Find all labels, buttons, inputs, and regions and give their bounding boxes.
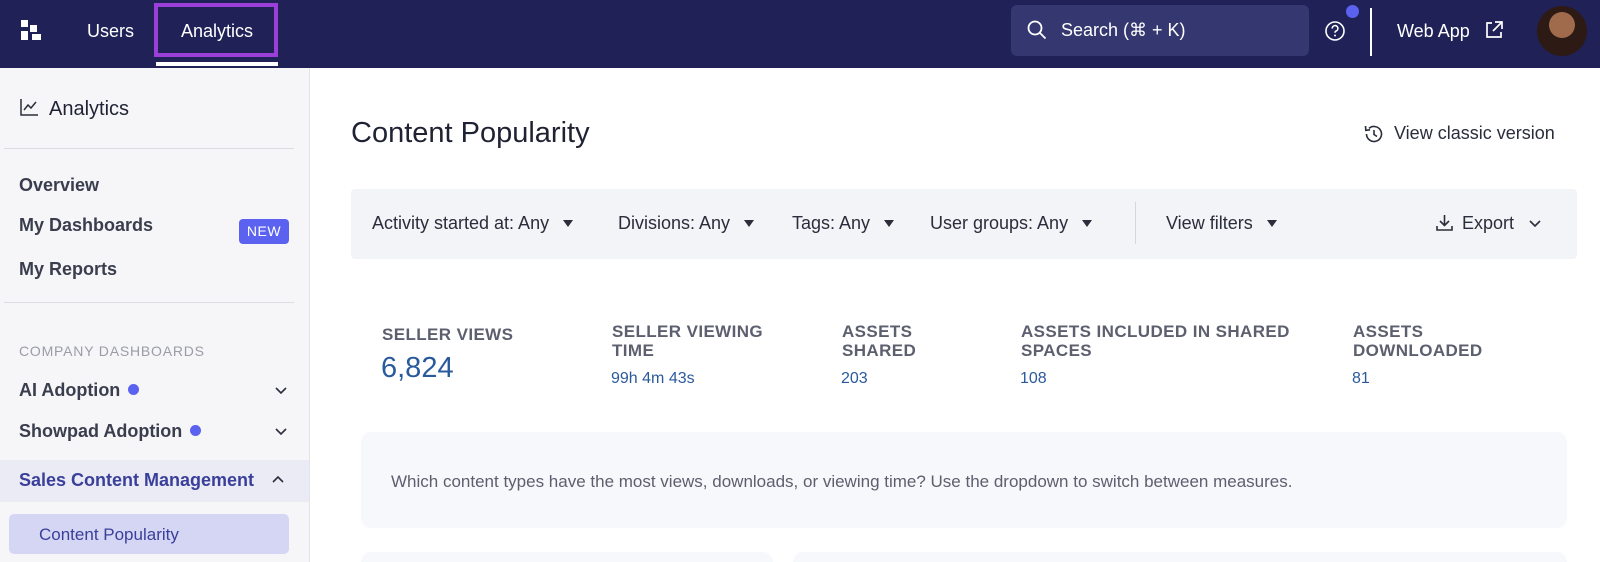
chart-card (361, 552, 773, 562)
sidebar-item-sales-content-management[interactable]: Sales Content Management (0, 460, 309, 502)
caret-down-icon (744, 220, 755, 227)
chevron-down-icon (1529, 220, 1541, 228)
logo-icon[interactable] (20, 19, 42, 41)
metric-label-assets-shared: ASSETS SHARED (842, 322, 917, 360)
search-icon (1027, 20, 1047, 40)
metric-value-assets-shared: 203 (841, 370, 868, 387)
sidebar-item-my-dashboards[interactable]: My Dashboards (19, 215, 153, 236)
sidebar-item-label: Sales Content Management (19, 470, 255, 490)
chart-card (793, 552, 1567, 562)
sidebar-item-label: AI Adoption (19, 380, 121, 400)
sidebar-item-showpad-adoption[interactable]: Showpad Adoption (19, 421, 289, 442)
nav-users[interactable]: Users (87, 0, 134, 68)
unread-dot (190, 425, 202, 436)
filter-divisions[interactable]: Divisions: Any (618, 213, 755, 234)
chevron-down-icon[interactable] (273, 423, 289, 439)
sidebar-subitem-content-popularity[interactable]: Content Popularity (9, 514, 289, 554)
sidebar-item-ai-adoption[interactable]: AI Adoption (19, 380, 289, 401)
filter-tags[interactable]: Tags: Any (792, 213, 895, 234)
metric-value-seller-viewing-time: 99h 4m 43s (611, 370, 695, 387)
view-filters-label: View filters (1166, 213, 1253, 233)
nav-highlight-box (154, 3, 278, 57)
metric-value-seller-views: 6,824 (381, 352, 454, 384)
line-chart-icon (19, 97, 39, 122)
export-label: Export (1462, 213, 1515, 233)
topbar-divider (1370, 8, 1372, 56)
caret-down-icon (1266, 220, 1277, 227)
search-box[interactable] (1011, 5, 1309, 56)
sidebar-item-label: Showpad Adoption (19, 421, 183, 441)
filter-divider (1135, 202, 1136, 244)
sidebar: Analytics Overview My Dashboards NEW My … (0, 68, 310, 562)
top-navigation-bar: Users Analytics Web App (0, 0, 1600, 68)
metric-label-seller-viewing-time: SELLER VIEWING TIME (612, 322, 764, 360)
nav-analytics[interactable]: Analytics (154, 0, 278, 68)
metric-label-seller-views: SELLER VIEWS (382, 325, 514, 344)
download-icon (1436, 215, 1453, 231)
sidebar-divider (4, 148, 294, 149)
question-card: Which content types have the most views,… (361, 432, 1567, 528)
caret-down-icon (1082, 220, 1093, 227)
metric-value-assets-in-shared-spaces: 108 (1020, 370, 1047, 387)
caret-down-icon (884, 220, 895, 227)
new-badge: NEW (239, 219, 289, 244)
metric-label-assets-downloaded: ASSETS DOWNLOADED (1353, 322, 1483, 360)
filter-activity-started[interactable]: Activity started at: Any (372, 213, 574, 234)
view-classic-version-link[interactable]: View classic version (1394, 123, 1555, 144)
caret-down-icon (563, 220, 574, 227)
metric-label-assets-in-shared-spaces: ASSETS INCLUDED IN SHARED SPACES (1021, 322, 1290, 360)
sidebar-divider (4, 302, 294, 303)
sidebar-item-my-reports[interactable]: My Reports (19, 259, 117, 280)
unread-dot (128, 384, 140, 395)
export-button[interactable]: Export (1435, 213, 1542, 234)
chevron-down-icon[interactable] (273, 382, 289, 398)
view-filters-button[interactable]: View filters (1166, 213, 1277, 234)
filter-user-groups[interactable]: User groups: Any (930, 213, 1093, 234)
external-link-icon[interactable] (1484, 20, 1504, 45)
sidebar-item-overview[interactable]: Overview (19, 175, 99, 196)
metric-value-assets-downloaded: 81 (1352, 370, 1370, 387)
chevron-up-icon[interactable] (270, 472, 286, 488)
page-title: Content Popularity (351, 117, 590, 149)
sidebar-title: Analytics (49, 98, 130, 120)
history-icon[interactable] (1363, 123, 1385, 150)
filter-label: Tags: Any (792, 213, 871, 233)
web-app-link[interactable]: Web App (1397, 0, 1470, 62)
active-nav-underline (156, 62, 278, 66)
section-header: COMPANY DASHBOARDS (19, 343, 205, 359)
help-icon[interactable] (1324, 20, 1346, 42)
search-input[interactable] (1061, 5, 1291, 56)
filter-bar: Activity started at: Any Divisions: Any … (351, 189, 1577, 259)
question-text: Which content types have the most views,… (391, 472, 1293, 491)
avatar[interactable] (1537, 6, 1587, 56)
filter-label: Divisions: Any (618, 213, 731, 233)
filter-label: Activity started at: Any (372, 213, 550, 233)
sidebar-subitem-label: Content Popularity (39, 525, 179, 544)
notification-dot (1346, 5, 1359, 18)
filter-label: User groups: Any (930, 213, 1069, 233)
